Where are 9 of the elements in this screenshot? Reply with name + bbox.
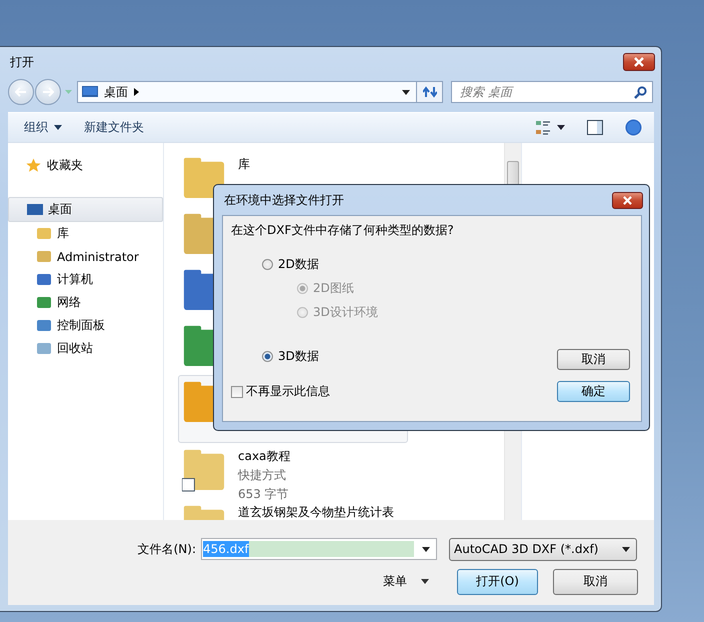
dialog-question: 在这个DXF文件中存储了何种类型的数据? [231, 222, 455, 239]
file-size: 653 字节 [238, 486, 290, 503]
file-name: 道玄坂钢架及今物垫片统计表 [238, 504, 394, 520]
file-type: 快捷方式 [238, 467, 287, 484]
window-title: 打开 [10, 54, 34, 70]
file-name: 库 [238, 156, 250, 173]
file-name: caxa教程 [238, 448, 290, 465]
dialog-title: 在环境中选择文件打开 [224, 192, 344, 208]
filename-label: 文件名(N): [136, 540, 197, 558]
